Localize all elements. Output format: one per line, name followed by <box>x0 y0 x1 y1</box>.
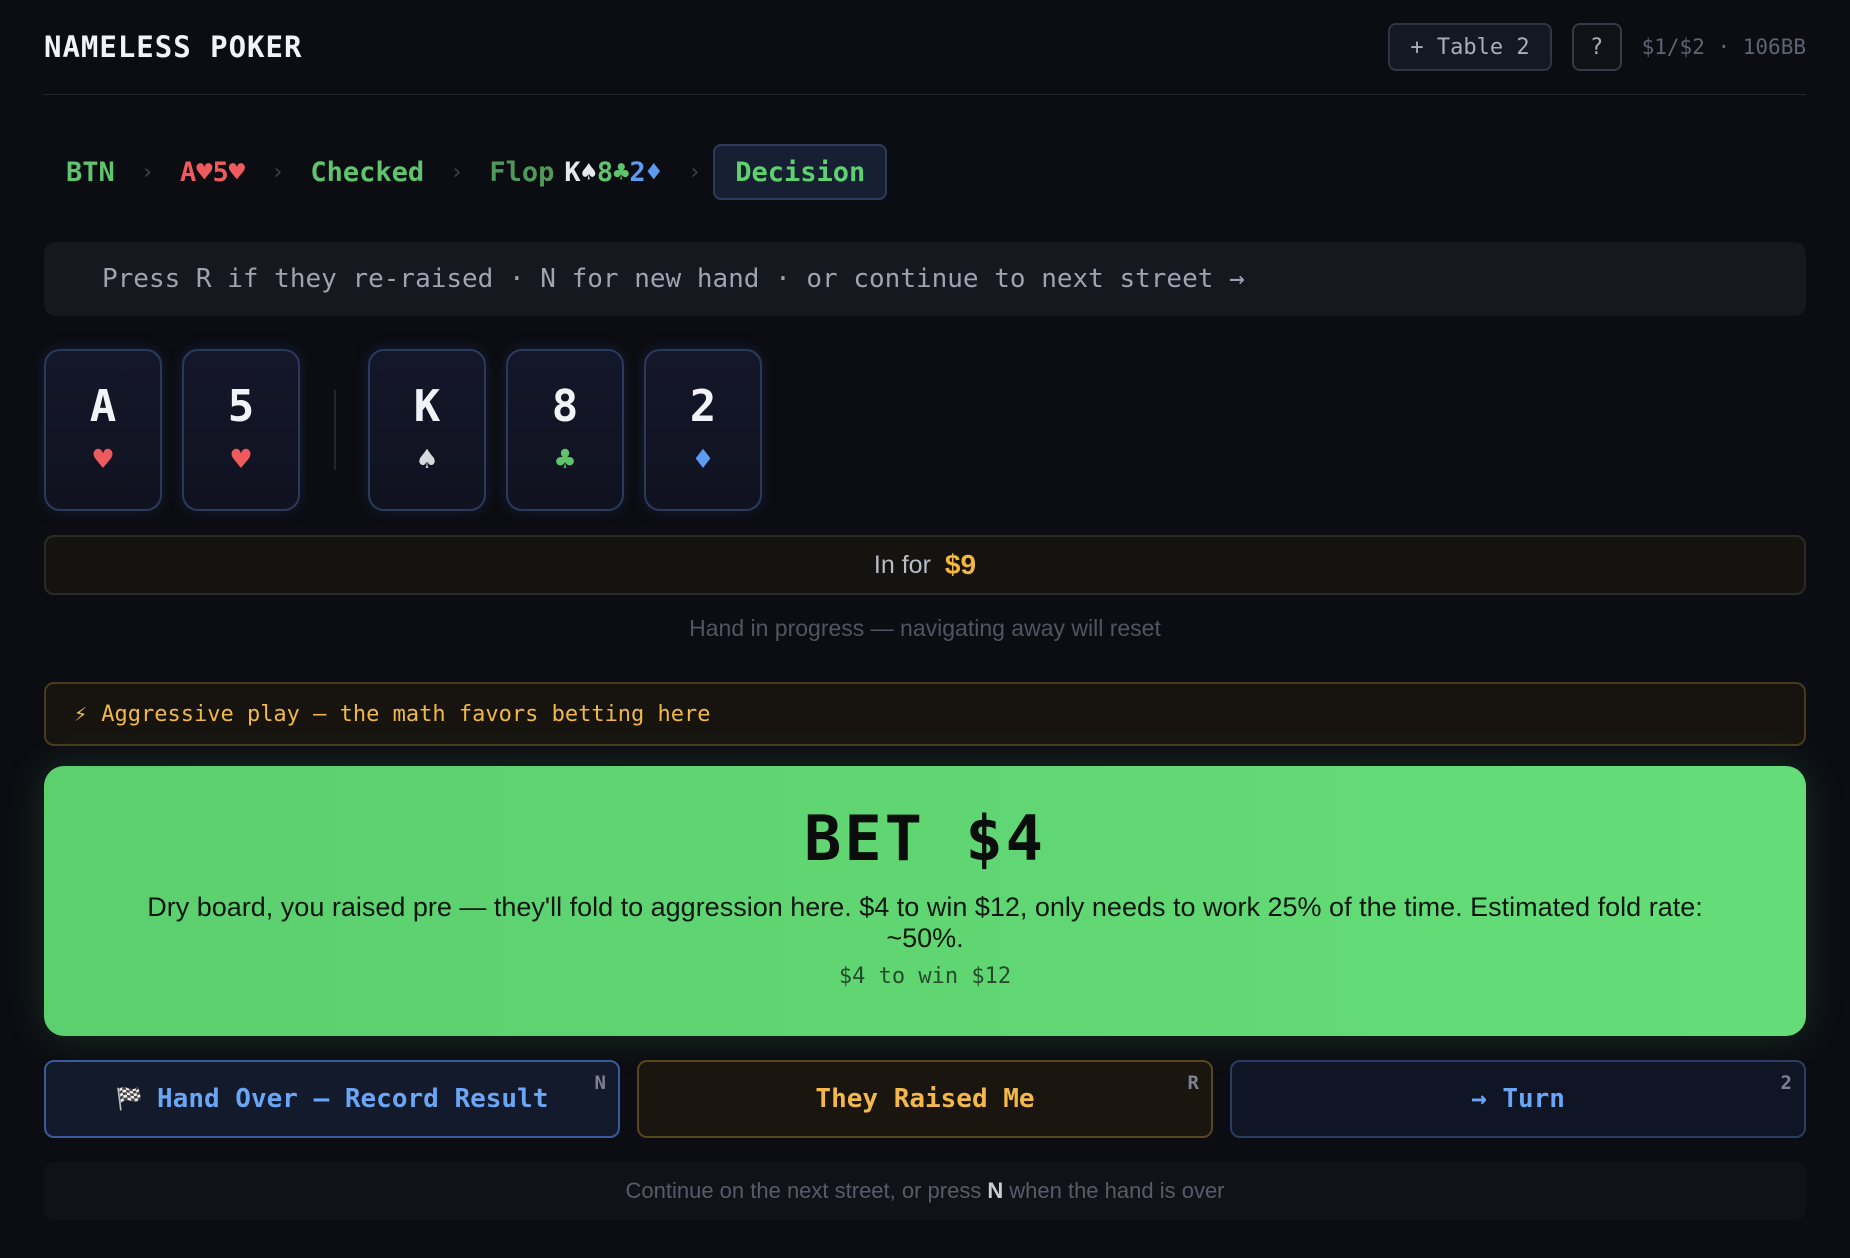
hole-card: A ♥ <box>44 349 162 511</box>
app-root: NAMELESS POKER + Table 2 ? $1/$2 · 106BB… <box>0 0 1850 1258</box>
crumb-separator: › <box>450 159 464 185</box>
next-street-turn-button[interactable]: → Turn 2 <box>1230 1060 1806 1138</box>
footer-hint: Continue on the next street, or press N … <box>44 1162 1806 1220</box>
card-rank: 8 <box>551 381 579 432</box>
header-controls: + Table 2 ? $1/$2 · 106BB <box>1388 23 1806 71</box>
crumb-flop-card: 8♣ <box>596 156 630 188</box>
board-card: K ♠ <box>368 349 486 511</box>
card-rank: 2 <box>689 381 717 432</box>
turn-label: → Turn <box>1471 1084 1565 1114</box>
invested-label: In for <box>873 550 931 579</box>
diamond-icon: ♦ <box>693 440 713 478</box>
crumb-preflop-action[interactable]: Checked <box>288 144 446 200</box>
they-raised-label: They Raised Me <box>815 1084 1035 1114</box>
action-buttons: 🏁 Hand Over — Record Result N They Raise… <box>44 1060 1806 1138</box>
footer-key: N <box>987 1178 1004 1203</box>
hand-over-button[interactable]: 🏁 Hand Over — Record Result N <box>44 1060 620 1138</box>
keyboard-hint-bar: Press R if they re-raised · N for new ha… <box>44 242 1806 316</box>
footer-text-after: when the hand is over <box>1009 1178 1225 1203</box>
spade-icon: ♠ <box>417 440 437 478</box>
crumb-flop-label: Flop <box>489 156 555 188</box>
card-rank: A <box>89 381 117 432</box>
recommendation-description: Dry board, you raised pre — they'll fold… <box>147 892 1703 953</box>
pot-odds-text: $4 to win $12 <box>838 964 1012 989</box>
crumb-flop-card: K♠ <box>564 156 597 188</box>
header: NAMELESS POKER + Table 2 ? $1/$2 · 106BB <box>44 0 1806 95</box>
breadcrumb: BTN › A♥5♥ › Checked › Flop K♠ 8♣ 2♦ › D… <box>44 144 1806 200</box>
hand-over-label: Hand Over — Record Result <box>157 1084 549 1114</box>
crumb-separator: › <box>687 159 702 185</box>
card-rank: 5 <box>227 381 255 432</box>
shortcut-key-badge: R <box>1187 1072 1199 1094</box>
crumb-flop-card: 2♦ <box>629 156 662 188</box>
invested-amount: $9 <box>944 549 977 580</box>
shortcut-key-badge: N <box>594 1072 606 1094</box>
cards-row: A ♥ 5 ♥ K ♠ 8 ♣ 2 ♦ <box>44 349 1806 511</box>
they-raised-button[interactable]: They Raised Me R <box>637 1060 1213 1138</box>
advice-text: Aggressive play — the math favors bettin… <box>101 701 711 727</box>
crumb-flop[interactable]: Flop K♠ 8♣ 2♦ <box>467 144 684 200</box>
stakes-label: $1/$2 · 106BB <box>1641 35 1806 59</box>
club-icon: ♣ <box>555 440 575 478</box>
hand-progress-note: Hand in progress — navigating away will … <box>689 615 1161 641</box>
board-card: 8 ♣ <box>506 349 624 511</box>
app-logo: NAMELESS POKER <box>44 30 303 64</box>
recommendation-panel: BET $4 Dry board, you raised pre — they'… <box>44 766 1806 1036</box>
heart-icon: ♥ <box>231 440 251 478</box>
crumb-position[interactable]: BTN <box>44 144 137 200</box>
footer-text-before: Continue on the next street, or press <box>625 1178 982 1203</box>
hole-card: 5 ♥ <box>182 349 300 511</box>
shortcut-key-badge: 2 <box>1780 1072 1792 1094</box>
lightning-icon: ⚡ <box>74 701 88 727</box>
advice-banner: ⚡ Aggressive play — the math favors bett… <box>44 682 1806 746</box>
recommended-action: BET $4 <box>804 802 1046 875</box>
crumb-separator: › <box>271 159 285 185</box>
invested-amount-bar: In for $9 <box>44 535 1806 595</box>
heart-icon: ♥ <box>93 440 113 478</box>
cards-divider <box>334 390 336 470</box>
checkered-flag-icon: 🏁 <box>115 1086 144 1112</box>
board-card: 2 ♦ <box>644 349 762 511</box>
crumb-hand[interactable]: A♥5♥ <box>158 144 267 200</box>
add-table-button[interactable]: + Table 2 <box>1388 23 1552 71</box>
help-button[interactable]: ? <box>1571 23 1622 71</box>
crumb-separator: › <box>140 159 155 185</box>
card-rank: K <box>413 381 441 432</box>
crumb-decision-current[interactable]: Decision <box>713 144 888 200</box>
